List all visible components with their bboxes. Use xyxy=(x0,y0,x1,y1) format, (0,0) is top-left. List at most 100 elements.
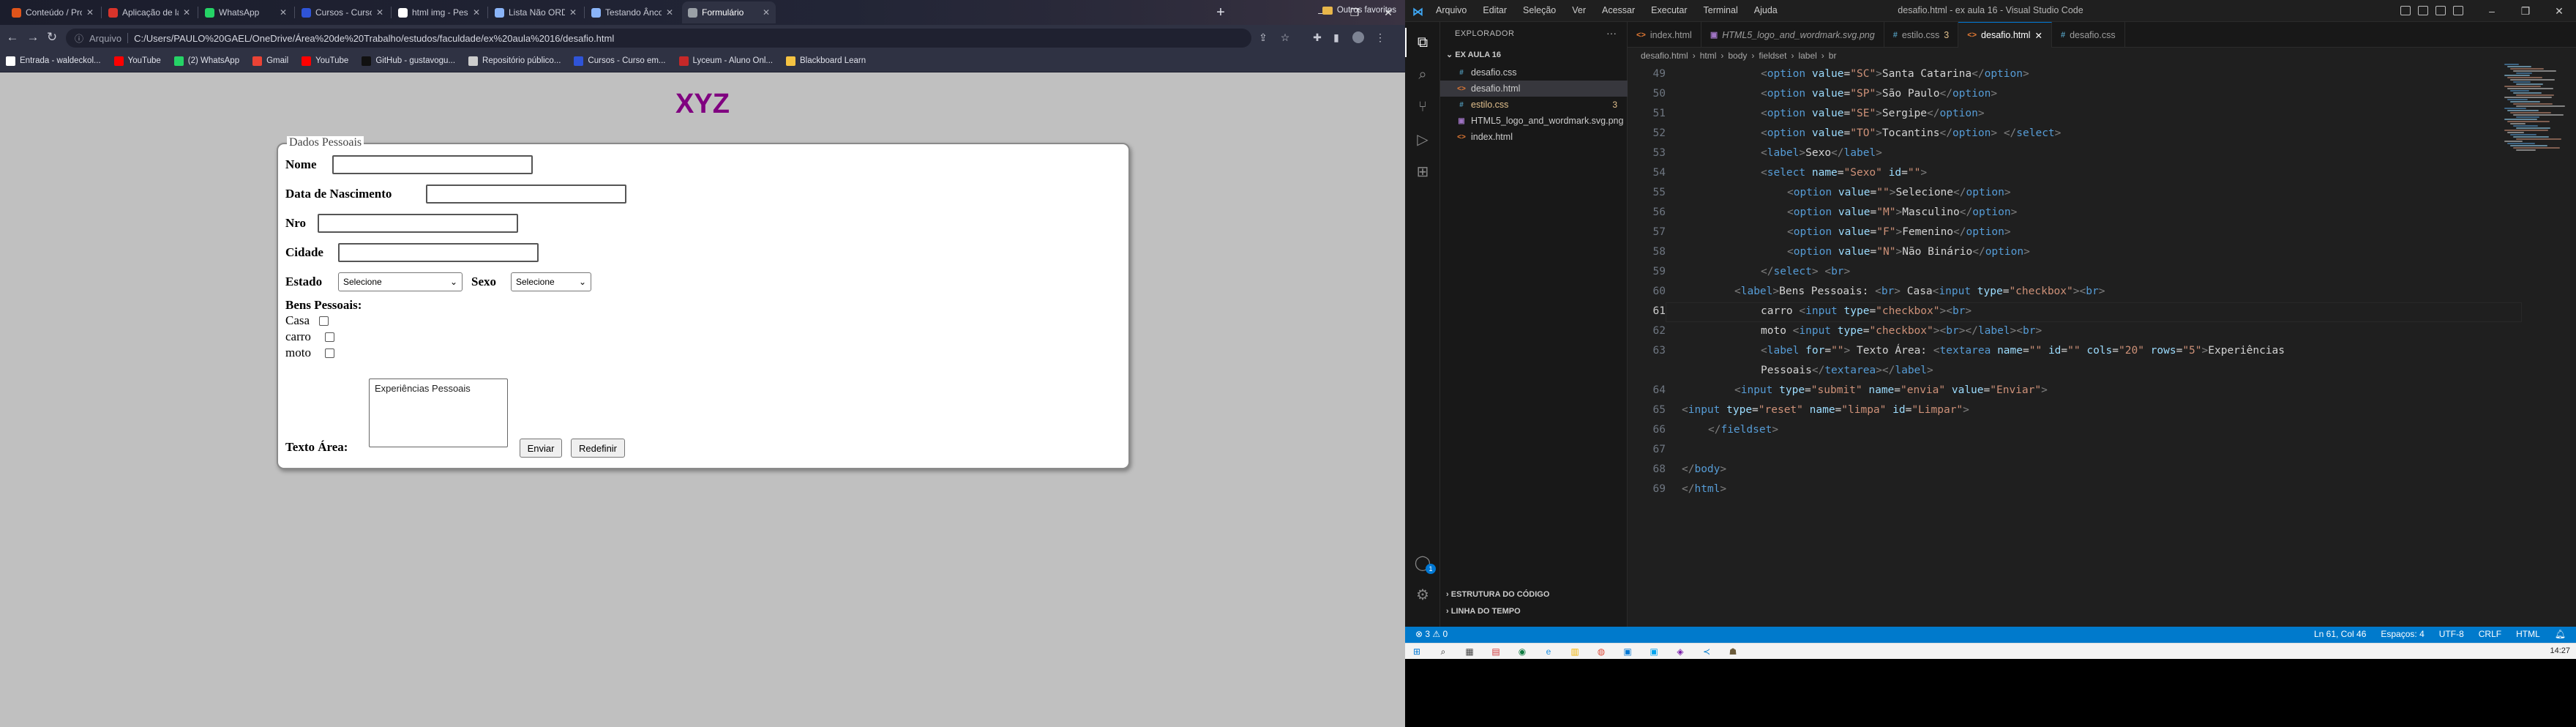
bookmark-star-icon[interactable]: ☆ xyxy=(1278,30,1292,45)
layout-panel-bottom-icon[interactable] xyxy=(2418,6,2428,15)
taskbar-app-icon[interactable]: ▣ xyxy=(1622,646,1633,657)
taskbar-app-icon[interactable]: ◈ xyxy=(1674,646,1686,657)
minimap[interactable] xyxy=(2504,64,2566,152)
bookmark-item[interactable]: Cursos - Curso em... xyxy=(574,56,666,66)
bookmark-item[interactable]: YouTube xyxy=(113,56,161,66)
run-debug-icon[interactable]: ▷ xyxy=(1412,129,1433,149)
explorer-file-item[interactable]: # desafio.css xyxy=(1440,64,1628,81)
bookmark-item[interactable]: Blackboard Learn xyxy=(786,56,866,66)
menu-kebab-icon[interactable]: ⋮ xyxy=(1373,30,1388,45)
workspace-folder[interactable]: ⌄ EX AULA 16 xyxy=(1446,50,1501,59)
line-endings[interactable]: CRLF xyxy=(2479,629,2501,639)
browser-tab[interactable]: WhatsApp ✕ xyxy=(199,1,293,23)
explorer-files-icon[interactable]: ⧉ xyxy=(1412,32,1433,53)
explorer-file-item[interactable]: ▣ HTML5_logo_and_wordmark.svg.png xyxy=(1440,113,1628,129)
timeline-section[interactable]: › LINHA DO TEMPO xyxy=(1446,607,1521,616)
sexo-select[interactable]: Selecione ⌄ xyxy=(511,272,591,291)
source-control-icon[interactable]: ⑂ xyxy=(1412,97,1433,117)
layout-panel-right-icon[interactable] xyxy=(2435,6,2446,15)
encoding[interactable]: UTF-8 xyxy=(2439,629,2464,639)
menu-item[interactable]: Executar xyxy=(1651,5,1687,15)
vscode-minimize-button[interactable]: – xyxy=(2475,0,2509,22)
info-icon[interactable]: ⓘ xyxy=(75,32,83,45)
data-nascimento-input[interactable] xyxy=(426,184,626,204)
bookmark-item[interactable]: Entrada - waldeckol... xyxy=(6,56,101,66)
estado-select[interactable]: Selecione ⌄ xyxy=(338,272,463,291)
extensions-icon[interactable]: ⊞ xyxy=(1412,161,1433,182)
other-bookmarks[interactable]: Outros favoritos xyxy=(1322,6,1396,15)
browser-tab[interactable]: Conteúdo / Projeto de H... ✕ xyxy=(6,1,100,23)
more-actions-icon[interactable]: ··· xyxy=(1606,27,1617,39)
search-icon[interactable]: ⌕ xyxy=(1412,64,1433,85)
share-icon[interactable]: ⇪ xyxy=(1256,30,1270,45)
editor-tab[interactable]: # desafio.css xyxy=(2052,22,2125,48)
browser-tab[interactable]: Lista Não ORDENADA - ... ✕ xyxy=(489,1,583,23)
submit-button[interactable]: Enviar xyxy=(520,439,562,458)
tab-close-icon[interactable]: ✕ xyxy=(666,7,673,18)
problems-indicator[interactable]: ⊗ 3 ⚠ 0 xyxy=(1415,629,1448,639)
tab-close-icon[interactable]: ✕ xyxy=(280,7,287,18)
tab-close-icon[interactable]: ✕ xyxy=(473,7,480,18)
code-editor[interactable]: 49 <option value="SC">Santa Catarina</opt… xyxy=(1628,64,2576,627)
bookmark-item[interactable]: GitHub - gustavogu... xyxy=(362,56,455,66)
new-tab-button[interactable]: + xyxy=(1212,4,1229,21)
taskbar-app-icon[interactable]: ◍ xyxy=(1595,646,1607,657)
layout-customize-icon[interactable] xyxy=(2453,6,2463,15)
back-arrow-icon[interactable]: ← xyxy=(4,29,20,45)
taskbar-app-icon[interactable]: ▤ xyxy=(1490,646,1502,657)
bookmark-item[interactable]: YouTube xyxy=(302,56,348,66)
explorer-file-item[interactable]: <> desafio.html xyxy=(1440,81,1628,97)
taskbar-app-icon[interactable]: ⊞ xyxy=(1411,646,1423,657)
extensions-icon[interactable]: ✚ xyxy=(1310,30,1325,45)
breadcrumb-item[interactable]: fieldset xyxy=(1759,51,1786,61)
menu-item[interactable]: Terminal xyxy=(1704,5,1738,15)
breadcrumb-item[interactable]: html xyxy=(1700,51,1717,61)
taskbar-app-icon[interactable]: ◉ xyxy=(1516,646,1528,657)
menu-item[interactable]: Arquivo xyxy=(1436,5,1467,15)
breadcrumb-item[interactable]: br xyxy=(1829,51,1837,61)
close-icon[interactable]: ✕ xyxy=(2034,30,2042,41)
vscode-maximize-button[interactable]: ❐ xyxy=(2509,0,2542,22)
taskbar-app-icon[interactable]: ☗ xyxy=(1727,646,1739,657)
notifications-bell-icon[interactable]: 🔔︎ xyxy=(2555,629,2566,639)
browser-tab[interactable]: html img - Pesquisa Goo... ✕ xyxy=(392,1,486,23)
sidepanel-icon[interactable]: ▮ xyxy=(1329,30,1344,45)
explorer-file-item[interactable]: # estilo.css 3 xyxy=(1440,97,1628,113)
taskbar-app-icon[interactable]: ▣ xyxy=(1648,646,1660,657)
menu-item[interactable]: Ajuda xyxy=(1754,5,1778,15)
taskbar-app-icon[interactable]: ≺ xyxy=(1701,646,1712,657)
experiencias-textarea[interactable]: Experiências Pessoais xyxy=(369,379,508,447)
browser-tab[interactable]: Cursos - Curso em Vídeo ✕ xyxy=(296,1,389,23)
browser-tab[interactable]: Testando Âncoras HTML ✕ xyxy=(585,1,679,23)
browser-tab[interactable]: Aplicação de layout HTML ✕ xyxy=(102,1,196,23)
taskbar-app-icon[interactable]: ▦ xyxy=(1464,646,1475,657)
layout-panel-left-icon[interactable] xyxy=(2400,6,2411,15)
breadcrumb-item[interactable]: desafio.html xyxy=(1641,51,1688,61)
forward-arrow-icon[interactable]: → xyxy=(25,29,41,45)
menu-item[interactable]: Editar xyxy=(1483,5,1507,15)
address-bar[interactable]: ⓘ Arquivo C:/Users/PAULO%20GAEL/OneDrive… xyxy=(66,29,1251,48)
outline-section[interactable]: › ESTRUTURA DO CÓDIGO xyxy=(1446,590,1549,599)
editor-tab[interactable]: # estilo.css 3 xyxy=(1884,22,1959,48)
menu-item[interactable]: Acessar xyxy=(1602,5,1635,15)
indentation[interactable]: Espaços: 4 xyxy=(2381,629,2424,639)
taskbar-app-icon[interactable]: ▥ xyxy=(1569,646,1581,657)
carro-checkbox[interactable] xyxy=(325,332,334,342)
menu-item[interactable]: Ver xyxy=(1572,5,1586,15)
cidade-input[interactable] xyxy=(338,243,539,262)
casa-checkbox[interactable] xyxy=(319,316,329,326)
bookmark-item[interactable]: (2) WhatsApp xyxy=(173,56,239,66)
address-url[interactable]: C:/Users/PAULO%20GAEL/OneDrive/Área%20de… xyxy=(134,33,614,44)
tab-close-icon[interactable]: ✕ xyxy=(569,7,577,18)
reset-button[interactable]: Redefinir xyxy=(571,439,625,458)
tab-close-icon[interactable]: ✕ xyxy=(763,7,770,18)
nome-input[interactable] xyxy=(332,155,533,174)
reload-icon[interactable]: ↻ xyxy=(44,29,60,45)
cursor-position[interactable]: Ln 61, Col 46 xyxy=(2314,629,2366,639)
menu-item[interactable]: Seleção xyxy=(1523,5,1556,15)
language-mode[interactable]: HTML xyxy=(2516,629,2540,639)
browser-tab[interactable]: Formulário ✕ xyxy=(682,1,776,23)
editor-tab[interactable]: ▣ HTML5_logo_and_wordmark.svg.png xyxy=(1701,22,1884,48)
nro-input[interactable] xyxy=(318,214,518,233)
breadcrumb-item[interactable]: body xyxy=(1728,51,1747,61)
